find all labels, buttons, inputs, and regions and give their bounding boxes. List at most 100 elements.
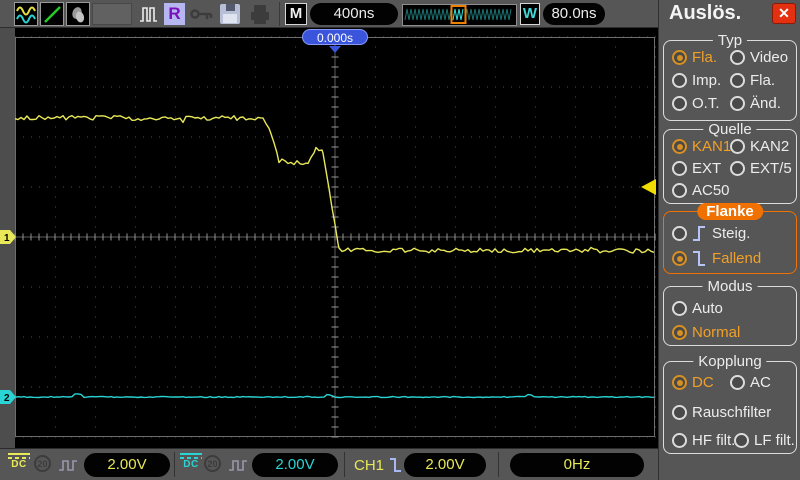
ch2-wave-icon <box>229 460 247 471</box>
trigger-menu-panel: Auslös. ✕ Typ Fla. Video Imp. Fla. O.T. … <box>658 0 800 480</box>
radio-icon <box>672 301 687 316</box>
radio-icon <box>672 139 687 154</box>
trigger-source-readout: CH1 <box>354 457 385 474</box>
ch1-wave-icon <box>59 460 77 471</box>
ch1-scale-readout[interactable]: 2.00V <box>84 453 170 477</box>
pulse-capture-icon[interactable] <box>138 2 164 26</box>
radio-icon <box>730 50 745 65</box>
trigger-level-readout[interactable]: 2.00V <box>404 453 486 477</box>
ch2-bandwidth-icon: 20 <box>204 455 221 472</box>
section-quelle: Quelle KAN1 KAN2 EXT EXT/5 AC50 <box>663 121 797 204</box>
radio-icon <box>730 73 745 88</box>
radio-icon <box>672 433 687 448</box>
ch2-position-marker-label: 2 <box>4 393 10 404</box>
ch2-scale-readout[interactable]: 2.00V <box>252 453 338 477</box>
option-label: KAN2 <box>750 138 790 155</box>
option-label: DC <box>692 374 714 391</box>
ch1-coupling-icon: DC <box>8 453 30 470</box>
trigger-level-marker[interactable] <box>641 179 656 195</box>
pulse-train-icon <box>140 7 157 22</box>
ch1-position-marker-label: 1 <box>4 233 10 244</box>
option-fla-slope[interactable]: Fla. <box>730 72 775 89</box>
main-timebase-label: M <box>285 3 307 25</box>
close-icon[interactable]: ✕ <box>772 3 796 24</box>
top-toolbar: R M 400ns W 80.0ns <box>0 0 658 28</box>
record-indicator[interactable]: R <box>164 3 185 25</box>
option-dc[interactable]: DC <box>672 374 714 391</box>
option-label: HF filt. <box>692 432 736 449</box>
radio-icon <box>734 433 749 448</box>
section-title: Modus <box>702 278 758 295</box>
option-ext[interactable]: EXT <box>672 160 721 177</box>
option-label: Änd. <box>750 95 781 112</box>
radio-icon <box>672 251 687 266</box>
dual-sine-icon <box>16 6 36 24</box>
option-label: Steig. <box>712 225 751 242</box>
radio-icon <box>672 183 687 198</box>
option-video[interactable]: Video <box>730 49 788 66</box>
window-timebase-readout: 80.0ns <box>543 3 605 25</box>
radio-icon <box>672 96 687 111</box>
radio-icon <box>672 161 687 176</box>
save-floppy-icon[interactable] <box>218 2 244 26</box>
option-auto[interactable]: Auto <box>672 300 723 317</box>
radio-icon <box>672 325 687 340</box>
lock-key-icon <box>189 2 215 26</box>
option-kan1[interactable]: KAN1 <box>672 138 731 155</box>
toolbar-divider <box>279 2 280 26</box>
option-ac[interactable]: AC <box>730 374 771 391</box>
option-lf-filter[interactable]: LF filt. <box>734 432 795 449</box>
rising-edge-icon <box>693 226 705 241</box>
horizontal-position-marker[interactable]: 0.000s <box>302 29 368 45</box>
option-ot[interactable]: O.T. <box>672 95 720 112</box>
option-label: LF filt. <box>754 432 795 449</box>
option-label: Imp. <box>692 72 722 89</box>
option-rauschfilter[interactable]: Rauschfilter <box>672 404 771 421</box>
graticule-and-traces: 12 <box>0 36 656 438</box>
snapshot-icon[interactable] <box>66 2 90 26</box>
green-diagonal-icon <box>44 6 61 23</box>
option-label: AC50 <box>692 182 730 199</box>
option-label: AC <box>750 374 771 391</box>
status-bar: DC 20 2.00V DC 20 2.00V CH1 2.00V 0Hz <box>0 448 658 480</box>
radio-icon <box>730 139 745 154</box>
option-fla-edge[interactable]: Fla. <box>672 49 717 66</box>
section-kopplung: Kopplung DC AC Rauschfilter HF filt. LF … <box>663 353 797 454</box>
line-tool-icon[interactable] <box>40 2 64 26</box>
option-normal[interactable]: Normal <box>672 324 740 341</box>
waveform-screen: 12 0.000s <box>0 28 658 448</box>
trigger-frequency-readout: 0Hz <box>510 453 644 477</box>
option-aend[interactable]: Änd. <box>730 95 781 112</box>
menu-title: Auslös. <box>669 2 742 24</box>
ch1-bandwidth-icon: 20 <box>34 455 51 472</box>
radio-icon <box>730 375 745 390</box>
option-steigend[interactable]: Steig. <box>672 223 750 244</box>
toolbar-empty-slot <box>92 3 132 25</box>
section-title: Typ <box>712 32 748 49</box>
ch2-coupling-icon: DC <box>180 453 202 470</box>
option-kan2[interactable]: KAN2 <box>730 138 789 155</box>
radio-icon <box>672 50 687 65</box>
option-hf-filter[interactable]: HF filt. <box>672 432 735 449</box>
memory-position-strip[interactable] <box>402 4 517 26</box>
option-label: Auto <box>692 300 723 317</box>
option-label: Fla. <box>692 49 718 66</box>
section-title: Kopplung <box>693 353 767 370</box>
option-label: KAN1 <box>692 138 732 155</box>
option-fallend[interactable]: Fallend <box>672 248 761 269</box>
option-label: Video <box>750 49 789 66</box>
option-label: Rauschfilter <box>692 404 772 421</box>
option-label: O.T. <box>692 95 720 112</box>
main-timebase-readout: 400ns <box>310 3 398 25</box>
photo-blob-icon <box>72 7 85 23</box>
option-label: Normal <box>692 324 741 341</box>
option-ext5[interactable]: EXT/5 <box>730 160 792 177</box>
option-label: Fla. <box>750 72 776 89</box>
option-imp[interactable]: Imp. <box>672 72 721 89</box>
option-ac50[interactable]: AC50 <box>672 182 730 199</box>
window-timebase-label: W <box>520 3 540 25</box>
radio-icon <box>672 375 687 390</box>
channels-waveform-icon[interactable] <box>14 2 38 26</box>
section-flanke: Flanke Steig. Fallend <box>663 203 797 274</box>
statusbar-divider <box>174 452 175 477</box>
